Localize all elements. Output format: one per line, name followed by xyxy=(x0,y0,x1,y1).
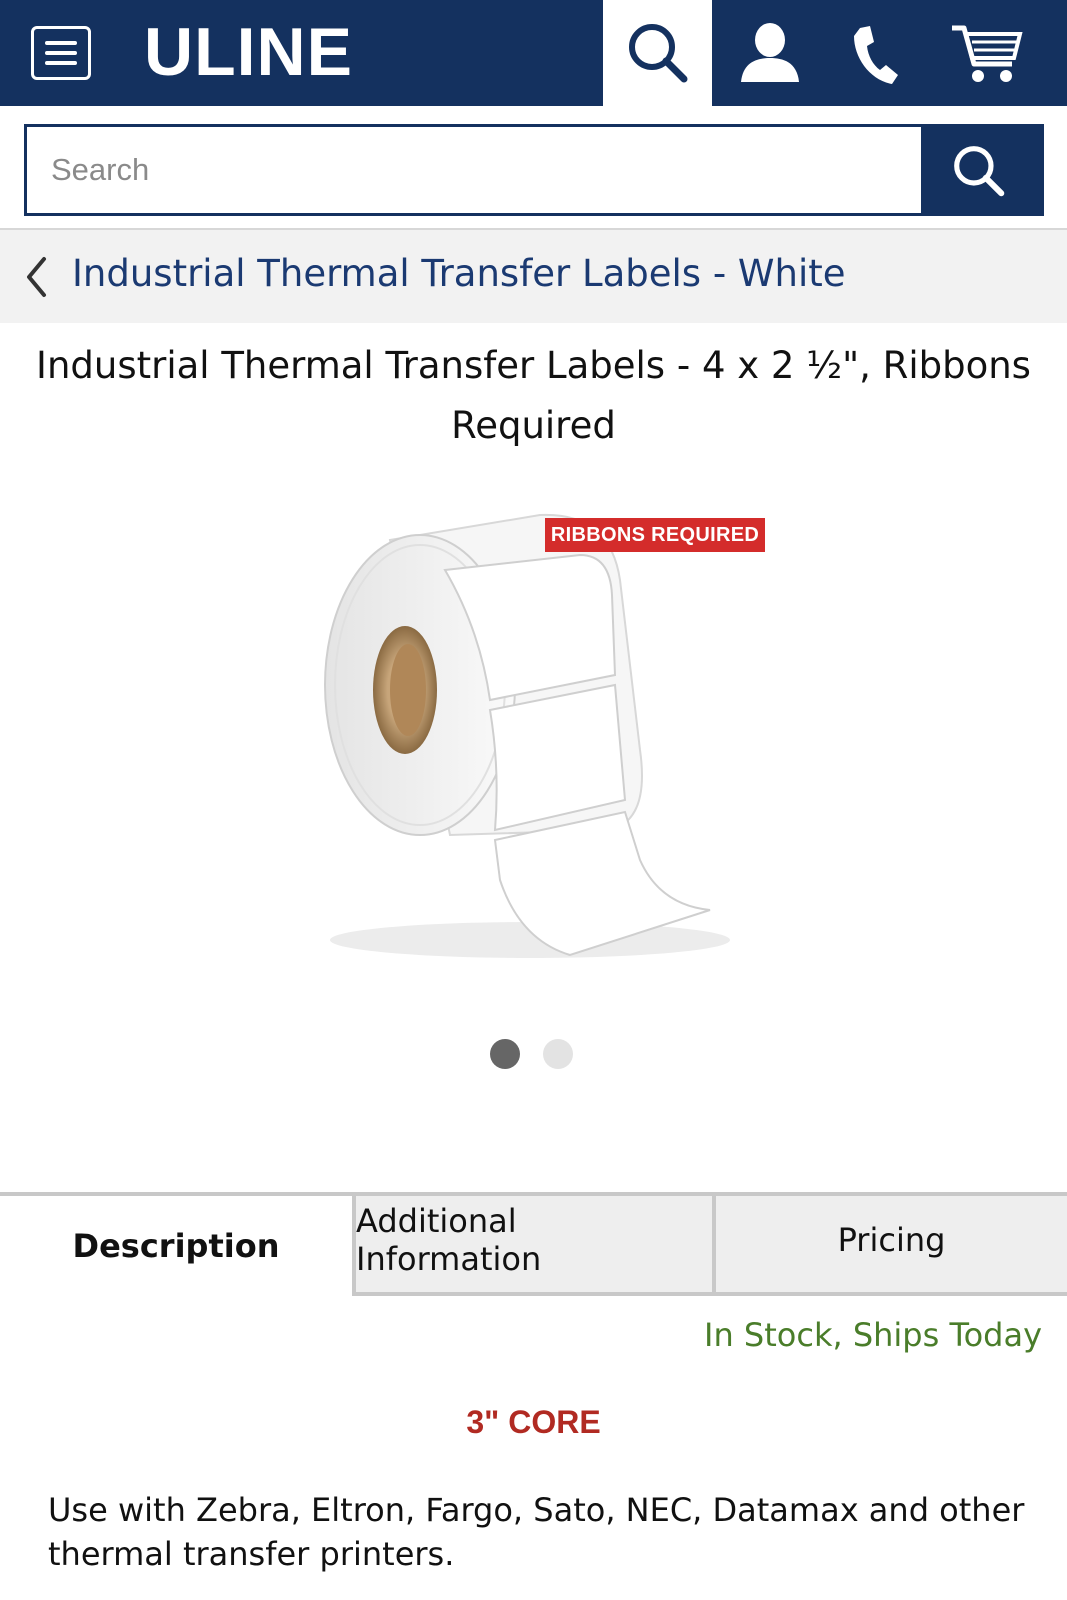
ribbons-required-badge: RIBBONS REQUIRED xyxy=(545,518,765,552)
tab-label: Pricing xyxy=(837,1221,946,1259)
tab-pricing[interactable]: Pricing xyxy=(712,1192,1067,1296)
header-search-button[interactable] xyxy=(603,0,712,106)
menu-button[interactable] xyxy=(31,26,91,80)
search-icon xyxy=(954,146,1005,197)
tab-description[interactable]: Description xyxy=(0,1192,352,1296)
description-text: Use with Zebra, Eltron, Fargo, Sato, NEC… xyxy=(48,1491,1025,1573)
search-submit-button[interactable] xyxy=(921,127,1041,213)
product-title: Industrial Thermal Transfer Labels - 4 x… xyxy=(36,344,1031,447)
carousel-dot[interactable] xyxy=(543,1039,573,1069)
menu-icon-bar xyxy=(45,51,77,55)
chevron-left-icon xyxy=(27,257,46,297)
tab-additional-information[interactable]: Additional Information xyxy=(352,1192,712,1296)
search-bar xyxy=(24,124,1044,216)
phone-icon[interactable] xyxy=(840,18,910,88)
tab-label: Additional Information xyxy=(356,1202,542,1278)
breadcrumb-link[interactable]: Industrial Thermal Transfer Labels - Whi… xyxy=(72,252,846,295)
search-icon xyxy=(629,24,688,83)
stock-status: In Stock, Ships Today xyxy=(704,1316,1042,1354)
core-label: 3" CORE xyxy=(466,1404,601,1440)
cart-icon[interactable] xyxy=(950,18,1025,88)
tab-label: Description xyxy=(72,1227,280,1265)
carousel-dot-active[interactable] xyxy=(490,1039,520,1069)
user-icon[interactable] xyxy=(735,18,805,88)
menu-icon-bar xyxy=(45,41,77,45)
uline-logo[interactable]: ULINE xyxy=(144,16,353,88)
top-header: ULINE xyxy=(0,0,1067,106)
search-input[interactable] xyxy=(27,127,923,213)
menu-icon-bar xyxy=(45,61,77,65)
breadcrumb[interactable]: Industrial Thermal Transfer Labels - Whi… xyxy=(0,230,1067,323)
product-image[interactable] xyxy=(280,500,800,1000)
